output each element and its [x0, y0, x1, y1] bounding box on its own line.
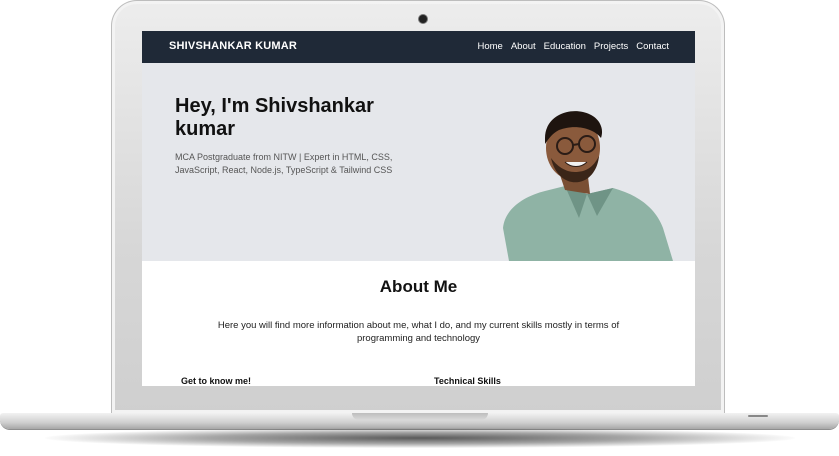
webcam-icon [419, 15, 427, 23]
hero-section: Hey, I'm Shivshankar kumar MCA Postgradu… [142, 63, 695, 261]
nav-links: Home About Education Projects Contact [477, 41, 669, 52]
nav-about-link[interactable]: About [511, 41, 536, 52]
profile-photo [503, 111, 673, 261]
about-description: Here you will find more information abou… [217, 320, 620, 344]
laptop-shadow [45, 428, 795, 448]
technical-skills-heading: Technical Skills [434, 376, 501, 386]
laptop-indicator [748, 415, 768, 417]
nav-contact-link[interactable]: Contact [636, 41, 669, 52]
get-to-know-heading: Get to know me! [181, 376, 252, 386]
laptop-screen: SHIVSHANKAR KUMAR Home About Education P… [142, 31, 695, 386]
nav-projects-link[interactable]: Projects [594, 41, 628, 52]
hero-title: Hey, I'm Shivshankar kumar [175, 95, 374, 140]
navbar: SHIVSHANKAR KUMAR Home About Education P… [142, 31, 695, 63]
about-title: About Me [379, 277, 458, 296]
hero-subtitle: MCA Postgraduate from NITW | Expert in H… [175, 152, 393, 175]
nav-home-link[interactable]: Home [477, 41, 502, 52]
nav-education-link[interactable]: Education [544, 41, 586, 52]
laptop-notch [352, 413, 488, 420]
brand-logo[interactable]: SHIVSHANKAR KUMAR [169, 40, 297, 52]
